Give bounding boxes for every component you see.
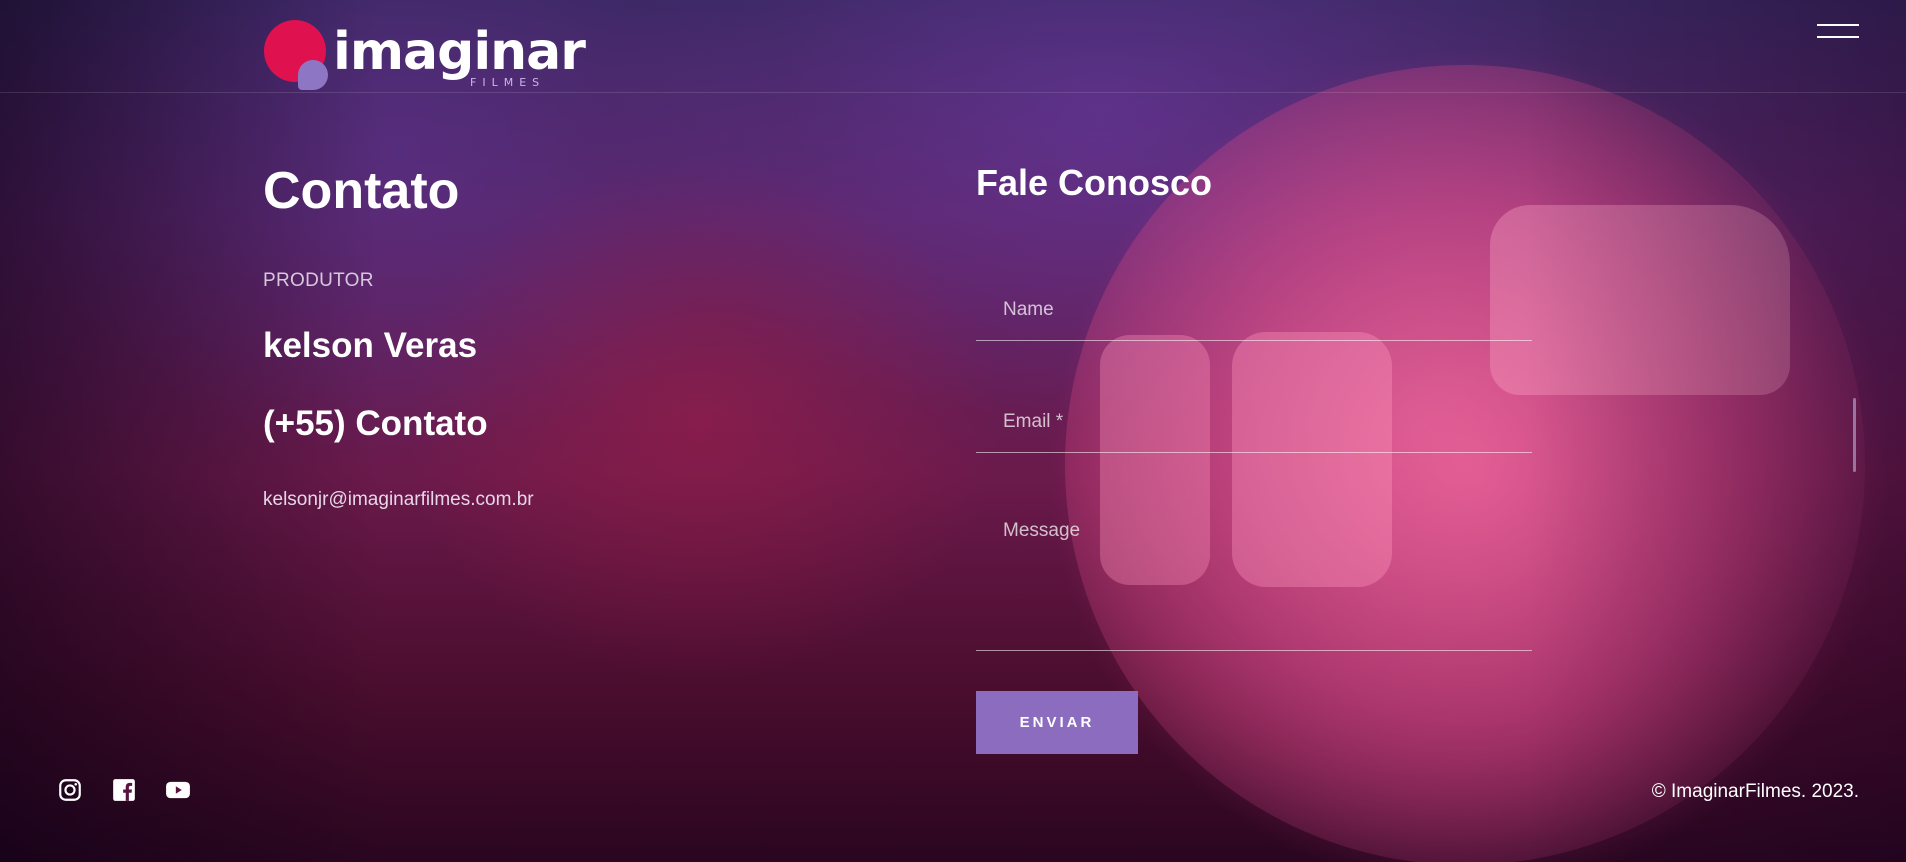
logo-link[interactable]: imaginar FILMES xyxy=(263,18,586,90)
contact-email-link[interactable]: kelsonjr@imaginarfilmes.com.br xyxy=(263,489,534,511)
email-field[interactable] xyxy=(976,392,1532,453)
submit-button[interactable]: ENVIAR xyxy=(976,691,1138,754)
instagram-icon[interactable] xyxy=(57,777,83,803)
facebook-icon[interactable] xyxy=(111,777,137,803)
logo-subtitle: FILMES xyxy=(470,76,546,89)
form-title: Fale Conosco xyxy=(976,162,1213,203)
scrollbar-thumb[interactable] xyxy=(1853,398,1856,472)
menu-bar xyxy=(1817,36,1859,38)
header-divider xyxy=(0,92,1906,93)
menu-bar xyxy=(1817,24,1859,26)
logo-mark-drop xyxy=(298,60,328,90)
hamburger-menu-icon[interactable] xyxy=(1817,22,1859,42)
contact-phone: (+55) Contato xyxy=(263,404,488,443)
contact-role: PRODUTOR xyxy=(263,270,374,291)
copyright-text: © ImaginarFilmes. 2023. xyxy=(1651,781,1859,802)
message-field[interactable] xyxy=(976,508,1532,651)
page-title: Contato xyxy=(263,162,460,220)
youtube-icon[interactable] xyxy=(165,777,191,803)
logo-wordmark: imaginar xyxy=(333,22,586,82)
contact-name: kelson Veras xyxy=(263,326,478,365)
name-field[interactable] xyxy=(976,280,1532,341)
